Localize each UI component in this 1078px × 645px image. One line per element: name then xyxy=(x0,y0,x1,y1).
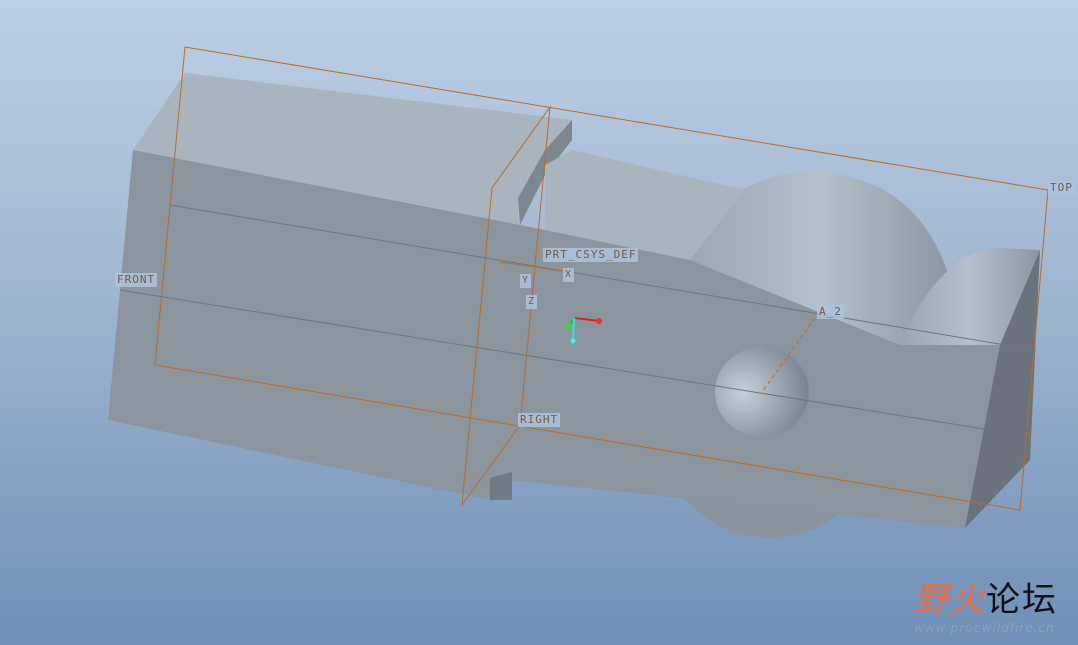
label-right[interactable]: RIGHT xyxy=(518,413,561,427)
label-csys-y: Y xyxy=(520,274,532,288)
label-csys-z: Z xyxy=(526,295,538,309)
label-csys[interactable]: PRT_CSYS_DEF xyxy=(543,248,639,262)
part-model[interactable] xyxy=(108,73,1040,538)
label-top[interactable]: TOP xyxy=(1048,181,1075,195)
watermark-title-colored: 野火 xyxy=(914,580,986,620)
watermark-url: www.proewildfire.cn xyxy=(914,621,1055,635)
label-axis-a2[interactable]: A_2 xyxy=(817,305,844,319)
label-csys-x: X xyxy=(563,268,575,282)
label-front[interactable]: FRONT xyxy=(115,273,158,287)
watermark: 野火论坛 www.proewildfire.cn xyxy=(914,572,1058,635)
model-viewport[interactable] xyxy=(0,0,1078,645)
watermark-title: 论坛 xyxy=(986,580,1058,620)
